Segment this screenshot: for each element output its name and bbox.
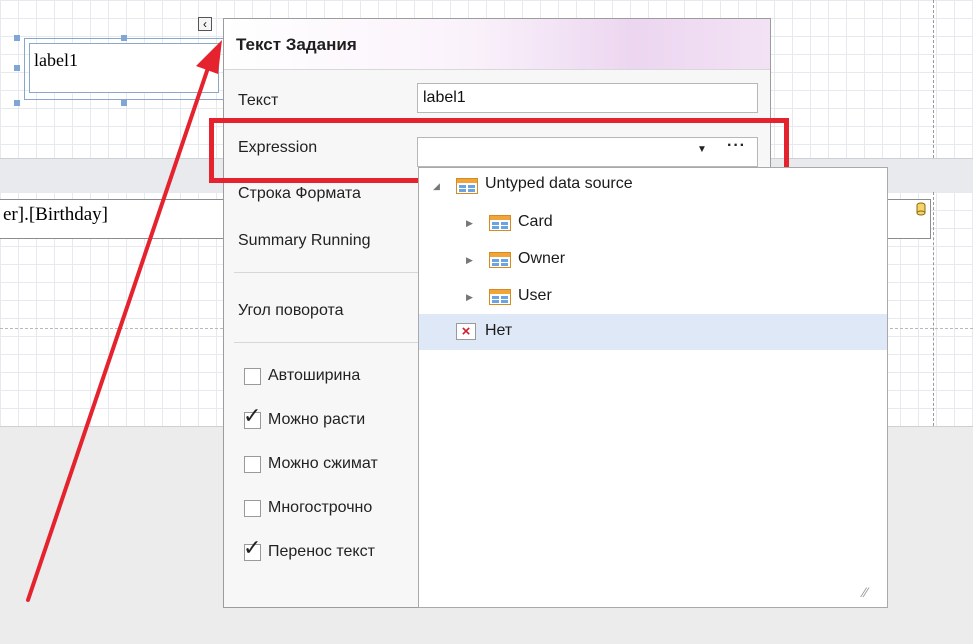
tree-item-user[interactable]: User bbox=[518, 287, 552, 305]
format-string-label: Строка Формата bbox=[238, 185, 361, 202]
can-shrink-checkbox[interactable] bbox=[244, 456, 261, 473]
collapsed-triangle-icon[interactable]: ▶ bbox=[466, 218, 473, 229]
x-icon: × bbox=[456, 323, 476, 340]
resize-handle[interactable] bbox=[14, 100, 20, 106]
word-wrap-label: Перенос текст bbox=[268, 543, 375, 560]
expression-dropdown-list[interactable]: ◢ Untyped data source ▶ Card ▶ Owner ▶ U… bbox=[418, 167, 888, 608]
multiline-label: Многострочно bbox=[268, 499, 373, 516]
database-icon bbox=[916, 202, 926, 216]
margin-line bbox=[933, 192, 934, 426]
can-grow-label: Можно расти bbox=[268, 411, 366, 428]
word-wrap-checkbox[interactable]: ✓ bbox=[243, 537, 261, 561]
panel-title: Текст Задания bbox=[236, 35, 357, 54]
tree-item-card[interactable]: Card bbox=[518, 213, 553, 231]
resize-grip-icon[interactable]: ⁄⁄ bbox=[863, 584, 868, 600]
summary-running-label: Summary Running bbox=[238, 232, 371, 249]
checkmark-icon: ✓ bbox=[243, 535, 262, 560]
chevron-left-icon[interactable]: ‹ bbox=[198, 17, 212, 31]
expanded-triangle-icon[interactable]: ◢ bbox=[433, 181, 440, 192]
autowidth-label: Автоширина bbox=[268, 367, 361, 384]
table-icon bbox=[489, 252, 511, 268]
panel-header: Текст Задания bbox=[224, 19, 770, 70]
can-grow-checkbox[interactable]: ✓ bbox=[243, 405, 261, 429]
text-input[interactable]: label1 bbox=[417, 83, 758, 113]
resize-handle[interactable] bbox=[121, 100, 127, 106]
multiline-checkbox[interactable] bbox=[244, 500, 261, 517]
collapsed-triangle-icon[interactable]: ▶ bbox=[466, 292, 473, 303]
resize-handle[interactable] bbox=[14, 65, 20, 71]
autowidth-checkbox[interactable] bbox=[244, 368, 261, 385]
table-icon bbox=[456, 178, 478, 194]
birthday-field-control[interactable]: er].[Birthday] bbox=[0, 199, 230, 239]
can-shrink-label: Можно сжимат bbox=[268, 455, 378, 472]
resize-handle[interactable] bbox=[121, 35, 127, 41]
margin-line bbox=[933, 0, 934, 158]
rotation-angle-label: Угол поворота bbox=[238, 302, 344, 319]
collapsed-triangle-icon[interactable]: ▶ bbox=[466, 255, 473, 266]
label-control[interactable]: label1 bbox=[29, 43, 219, 93]
table-icon bbox=[489, 215, 511, 231]
resize-handle[interactable] bbox=[14, 35, 20, 41]
checkmark-icon: ✓ bbox=[243, 403, 262, 428]
text-label: Текст bbox=[238, 92, 279, 109]
none-label[interactable]: Нет bbox=[485, 322, 512, 340]
tree-item-owner[interactable]: Owner bbox=[518, 250, 565, 268]
tree-item-root[interactable]: Untyped data source bbox=[485, 175, 633, 193]
table-icon bbox=[489, 289, 511, 305]
